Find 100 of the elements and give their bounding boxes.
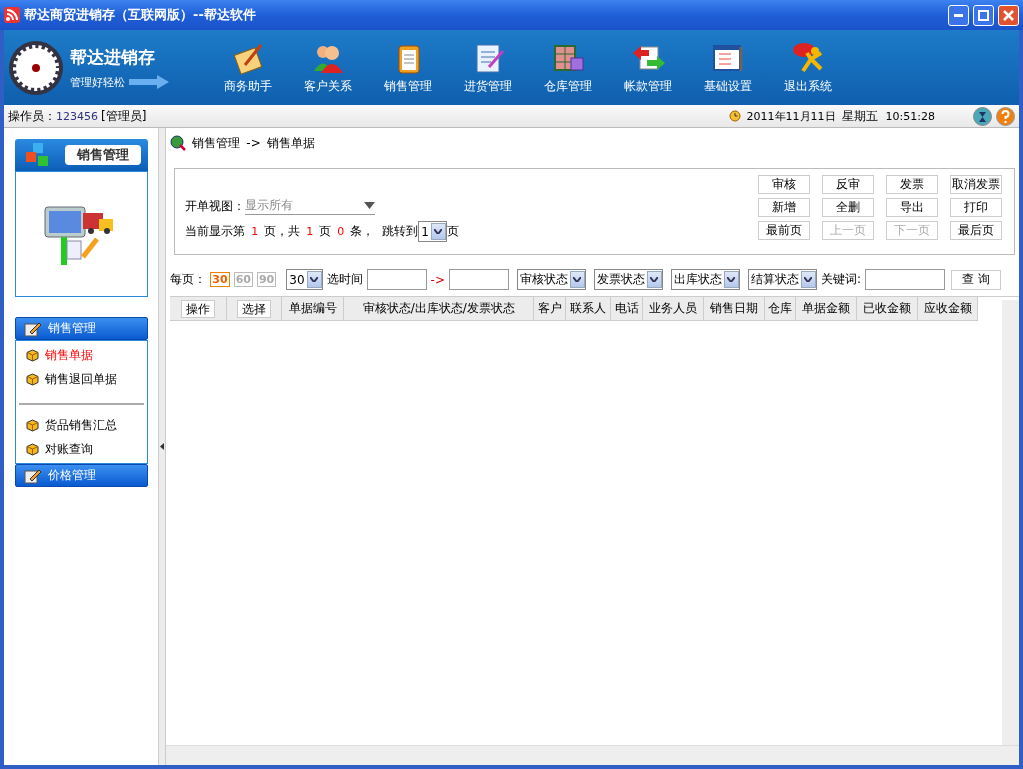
- group-header[interactable]: 销售管理: [15, 317, 148, 340]
- page-size-select[interactable]: 30: [286, 269, 323, 290]
- action-button[interactable]: 最后页: [950, 221, 1002, 240]
- action-button[interactable]: 取消发票: [950, 175, 1002, 194]
- nav-item[interactable]: 基础设置: [688, 40, 768, 95]
- time-label: 选时间: [326, 271, 363, 288]
- view-label: 开单视图：: [185, 197, 246, 215]
- header-button[interactable]: 选择: [237, 299, 272, 318]
- cubes-icon: [25, 142, 51, 168]
- nav-item[interactable]: 退出系统: [768, 40, 848, 95]
- vertical-scrollbar[interactable]: [1002, 300, 1019, 745]
- person-out-icon: [791, 40, 825, 75]
- chevron-down-icon: [573, 277, 582, 282]
- column-header: 单据金额: [796, 297, 858, 321]
- window-title: 帮达商贸进销存（互联网版）--帮达软件: [24, 6, 257, 24]
- action-button[interactable]: 打印: [950, 198, 1002, 217]
- nav-item[interactable]: 客户关系: [288, 40, 368, 95]
- close-button[interactable]: [998, 4, 1019, 26]
- maximize-button[interactable]: [973, 4, 994, 26]
- notepad-pencil-icon: [24, 320, 42, 337]
- operator-label: 操作员：: [8, 107, 56, 125]
- nav-item[interactable]: 进货管理: [448, 40, 528, 95]
- pager-text: 页: [447, 223, 459, 240]
- menu-item[interactable]: 货品销售汇总: [16, 413, 147, 437]
- operator-id: 123456: [56, 109, 98, 123]
- page-jump-select[interactable]: 1: [418, 221, 447, 242]
- gear-icon: [8, 39, 64, 96]
- globe-search-icon: [170, 135, 187, 151]
- minimize-button[interactable]: [948, 4, 969, 26]
- column-header: 仓库: [765, 297, 797, 321]
- action-button[interactable]: 全删: [822, 198, 874, 217]
- action-button[interactable]: 导出: [886, 198, 938, 217]
- operator-role: [管理员]: [101, 107, 147, 125]
- chevron-down-icon: [434, 229, 443, 234]
- chevron-down-icon: [310, 277, 319, 282]
- menu-item[interactable]: 对账查询: [16, 437, 147, 461]
- logo-slogan: 管理好轻松: [70, 74, 125, 90]
- column-header: 电话: [611, 297, 644, 321]
- status-select[interactable]: 结算状态: [747, 269, 817, 290]
- column-header: 联系人: [566, 297, 612, 321]
- breadcrumb-path: 销售管理: [192, 134, 241, 152]
- column-header: 客户: [534, 297, 567, 321]
- minimize-icon: [954, 13, 963, 17]
- menu-item[interactable]: 销售单据: [16, 343, 147, 367]
- nav-item[interactable]: 销售管理: [368, 40, 448, 95]
- pager-text: 页: [319, 223, 332, 240]
- status-select[interactable]: 审核状态: [516, 269, 586, 290]
- close-icon: [1003, 9, 1014, 21]
- nav-item[interactable]: 商务助手: [208, 40, 288, 95]
- action-button[interactable]: 审核: [758, 175, 810, 194]
- caret-icon: [364, 202, 376, 209]
- date-text: 2011年11月11日: [746, 108, 836, 124]
- time-separator: ->: [430, 272, 445, 287]
- per-page-label: 每页：: [170, 271, 207, 288]
- keyword-field[interactable]: [865, 269, 945, 290]
- pager-text: 条，: [350, 223, 375, 240]
- chevron-down-icon: [727, 277, 736, 282]
- column-header: 应收金额: [918, 297, 979, 321]
- breadcrumb-separator: ->: [246, 136, 261, 150]
- weekday-text: 星期五: [841, 107, 878, 125]
- horizontal-scrollbar[interactable]: [166, 745, 1019, 765]
- module-title: 销售管理: [65, 145, 141, 165]
- clock-icon: [728, 110, 741, 122]
- group-header[interactable]: 价格管理: [15, 464, 148, 487]
- breadcrumb-current: 销售单据: [266, 134, 315, 152]
- view-select[interactable]: 显示所有: [245, 197, 376, 215]
- column-header: 销售日期: [704, 297, 766, 321]
- arrow-icon: [129, 75, 169, 89]
- start-date-field[interactable]: [366, 269, 427, 290]
- page-number: 0: [337, 225, 345, 238]
- page-number: 1: [306, 225, 314, 238]
- status-select[interactable]: 发票状态: [593, 269, 663, 290]
- column-header: 已收金额: [857, 297, 919, 321]
- chevron-down-icon: [804, 277, 813, 282]
- cube-icon: [26, 372, 39, 386]
- maximize-icon: [978, 9, 989, 21]
- column-header: 审核状态/出库状态/发票状态: [344, 297, 535, 321]
- header-button[interactable]: 操作: [181, 299, 216, 318]
- cube-icon: [26, 348, 39, 362]
- chevron-down-icon: [650, 277, 659, 282]
- search-button[interactable]: 查 询: [951, 269, 1001, 290]
- cube-icon: [26, 418, 39, 432]
- column-header: 单据编号: [282, 297, 345, 321]
- end-date-field[interactable]: [448, 269, 509, 290]
- nav-item[interactable]: 帐款管理: [608, 40, 688, 95]
- pager-text: 跳转到: [382, 223, 419, 240]
- notepad-pencil-icon: [24, 467, 42, 484]
- collapse-arrow-icon[interactable]: [160, 443, 164, 450]
- menu-item[interactable]: 销售退回单据: [16, 367, 147, 391]
- action-button[interactable]: 新增: [758, 198, 810, 217]
- cube-icon: [26, 442, 39, 456]
- action-button[interactable]: 反审: [822, 175, 874, 194]
- page-number: 1: [251, 225, 259, 238]
- logo-title: 帮达进销存: [70, 45, 156, 69]
- status-select[interactable]: 出库状态: [670, 269, 740, 290]
- rss-icon: [4, 7, 20, 23]
- action-button[interactable]: 最前页: [758, 221, 810, 240]
- keyword-label: 关键词:: [820, 271, 861, 288]
- action-button[interactable]: 发票: [886, 175, 938, 194]
- nav-item[interactable]: 仓库管理: [528, 40, 608, 95]
